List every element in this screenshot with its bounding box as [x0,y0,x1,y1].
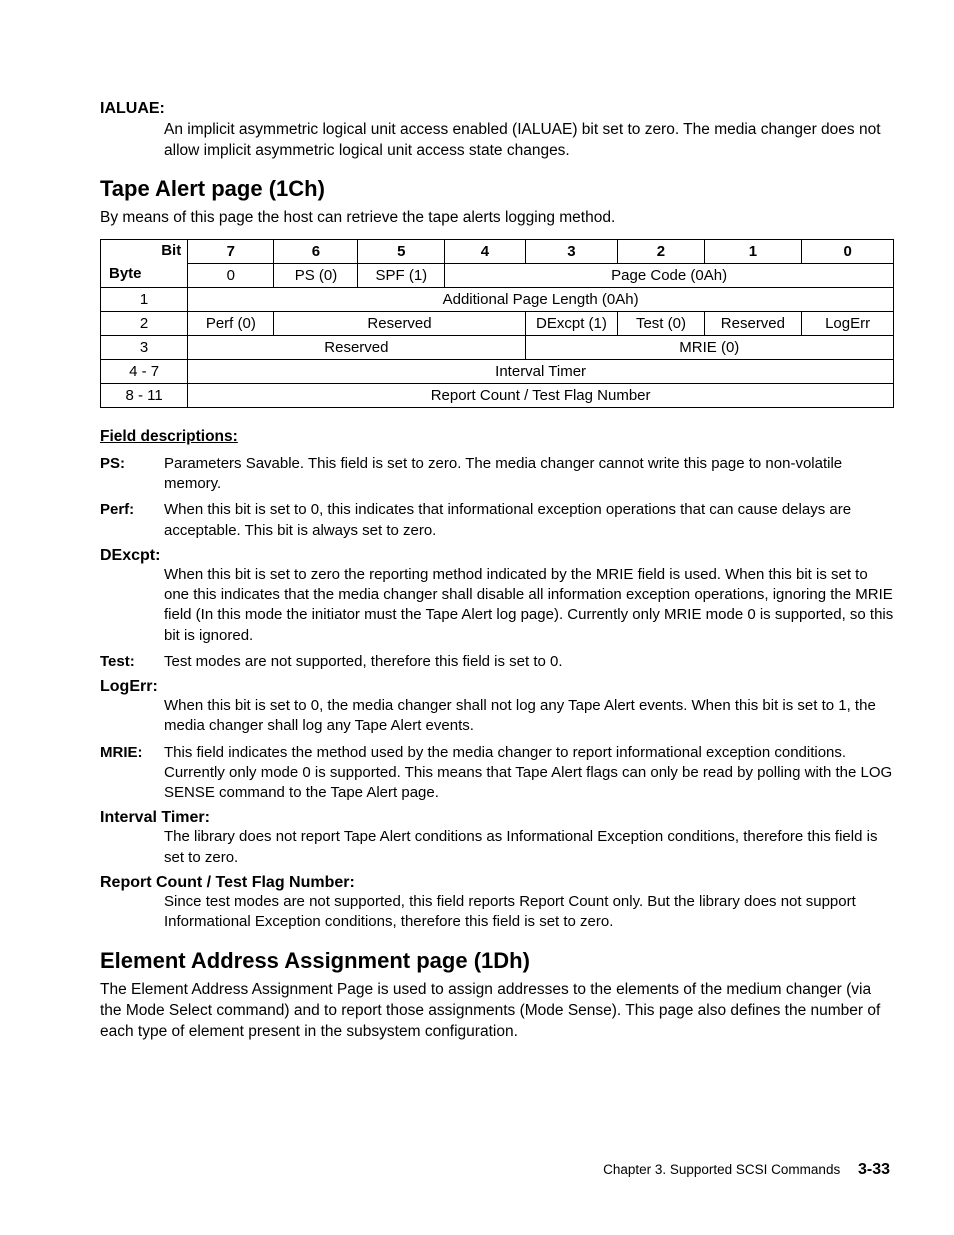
heading-tape-alert: Tape Alert page (1Ch) [100,176,894,202]
footer-chapter: Chapter 3. Supported SCSI Commands [603,1162,840,1177]
table-row: 8 - 11 Report Count / Test Flag Number [101,383,894,407]
term-perf: Perf: [100,500,164,541]
field-logerr: LogErr: When this bit is set to 0, the m… [100,678,894,737]
hdr-bit: Bit [109,242,181,259]
field-interval-timer: Interval Timer: The library does not rep… [100,809,894,868]
heading-element-address: Element Address Assignment page (1Dh) [100,948,894,974]
hdr-1: 1 [704,239,802,263]
cell-report-count: Report Count / Test Flag Number [188,383,894,407]
def-ps: Parameters Savable. This field is set to… [164,454,894,495]
footer-page-number: 3-33 [858,1161,890,1178]
table-row: 1 Additional Page Length (0Ah) [101,287,894,311]
hdr-5: 5 [358,239,445,263]
cell-reserved-2: Reserved [704,311,802,335]
def-mrie: This field indicates the method used by … [164,743,894,804]
table-row: Bit Byte 7 6 5 4 3 2 1 0 [101,239,894,263]
def-logerr: When this bit is set to 0, the media cha… [164,696,894,737]
byte-1: 1 [101,287,188,311]
cell-reserved-1: Reserved [274,311,525,335]
field-descriptions-heading: Field descriptions: [100,428,894,446]
hdr-6: 6 [274,239,358,263]
byte-0: 0 [188,263,274,287]
cell-perf: Perf (0) [188,311,274,335]
field-test: Test: Test modes are not supported, ther… [100,652,894,672]
hdr-7: 7 [188,239,274,263]
table-row: 0 PS (0) SPF (1) Page Code (0Ah) [101,263,894,287]
field-perf: Perf: When this bit is set to 0, this in… [100,500,894,541]
cell-mrie: MRIE (0) [525,335,893,359]
table-row: 3 Reserved MRIE (0) [101,335,894,359]
cell-ps: PS (0) [274,263,358,287]
cell-spf: SPF (1) [358,263,445,287]
page: IALUAE: An implicit asymmetric logical u… [0,0,954,1235]
byte-8-11: 8 - 11 [101,383,188,407]
page-footer: Chapter 3. Supported SCSI Commands 3-33 [603,1161,890,1179]
hdr-4: 4 [445,239,525,263]
byte-3: 3 [101,335,188,359]
cell-addl-page-len: Additional Page Length (0Ah) [188,287,894,311]
term-interval-timer: Interval Timer: [100,809,894,827]
byte-2: 2 [101,311,188,335]
def-perf: When this bit is set to 0, this indicate… [164,500,894,541]
field-ialuae: IALUAE: An implicit asymmetric logical u… [100,100,894,162]
term-mrie: MRIE: [100,743,164,804]
table-row: 2 Perf (0) Reserved DExcpt (1) Test (0) … [101,311,894,335]
def-dexcpt: When this bit is set to zero the reporti… [164,565,894,646]
hdr-2: 2 [618,239,704,263]
cell-dexcpt: DExcpt (1) [525,311,618,335]
term-ialuae: IALUAE: [100,100,894,118]
hdr-byte: Byte [109,265,181,282]
def-report-count: Since test modes are not supported, this… [164,892,894,933]
cell-interval-timer: Interval Timer [188,359,894,383]
term-dexcpt: DExcpt: [100,547,894,565]
term-ps: PS: [100,454,164,495]
table-row: 4 - 7 Interval Timer [101,359,894,383]
field-report-count: Report Count / Test Flag Number: Since t… [100,874,894,933]
field-ps: PS: Parameters Savable. This field is se… [100,454,894,495]
byte-4-7: 4 - 7 [101,359,188,383]
hdr-3: 3 [525,239,618,263]
cell-logerr: LogErr [802,311,894,335]
term-report-count: Report Count / Test Flag Number: [100,874,894,892]
cell-pagecode: Page Code (0Ah) [445,263,894,287]
tape-alert-bitfield-table: Bit Byte 7 6 5 4 3 2 1 0 0 PS (0) SPF (1… [100,239,894,408]
term-logerr: LogErr: [100,678,894,696]
intro-tape-alert: By means of this page the host can retri… [100,208,894,229]
def-ialuae: An implicit asymmetric logical unit acce… [164,120,894,162]
intro-element-address: The Element Address Assignment Page is u… [100,980,894,1043]
cell-test: Test (0) [618,311,704,335]
field-dexcpt: DExcpt: When this bit is set to zero the… [100,547,894,646]
hdr-0: 0 [802,239,894,263]
cell-reserved-3: Reserved [188,335,525,359]
field-mrie: MRIE: This field indicates the method us… [100,743,894,804]
def-interval-timer: The library does not report Tape Alert c… [164,827,894,868]
def-test: Test modes are not supported, therefore … [164,652,894,672]
term-test: Test: [100,652,164,672]
